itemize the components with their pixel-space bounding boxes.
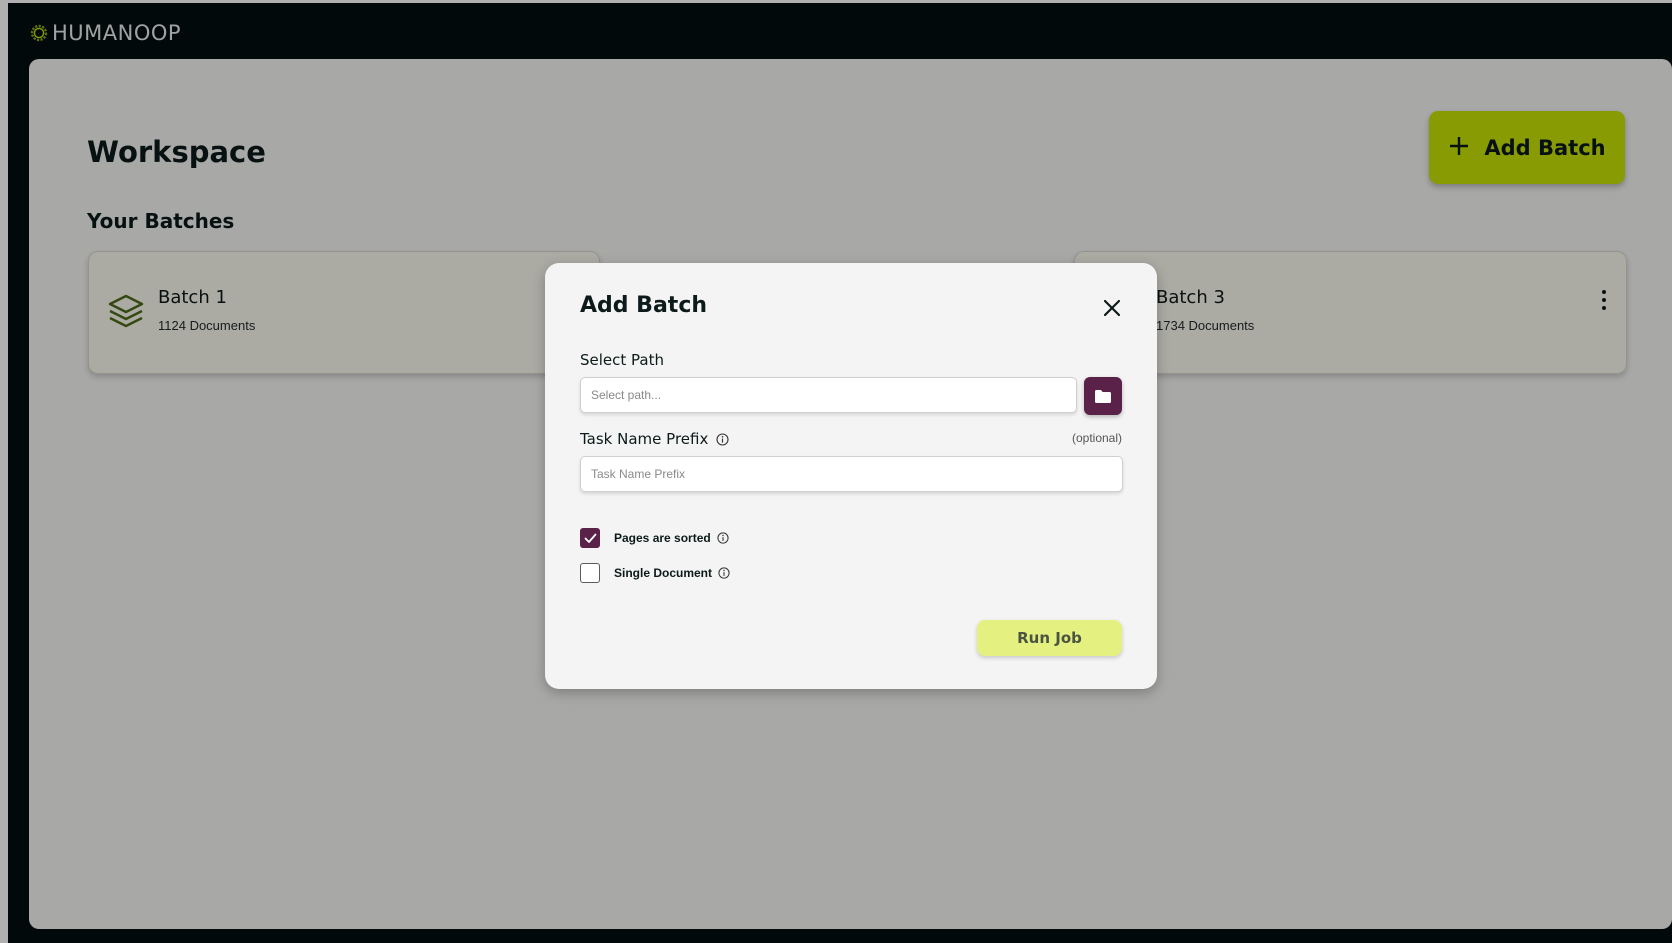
task-prefix-input[interactable]: Task Name Prefix bbox=[580, 456, 1123, 492]
info-icon[interactable] bbox=[717, 532, 729, 544]
task-prefix-placeholder: Task Name Prefix bbox=[591, 467, 686, 481]
dialog-title: Add Batch bbox=[580, 293, 708, 318]
task-prefix-label: Task Name Prefix bbox=[580, 430, 729, 448]
close-icon[interactable] bbox=[1101, 297, 1123, 319]
info-icon[interactable] bbox=[718, 567, 730, 579]
run-job-button[interactable]: Run Job bbox=[977, 620, 1122, 656]
pages-sorted-label: Pages are sorted bbox=[614, 531, 711, 545]
task-prefix-label-text: Task Name Prefix bbox=[580, 430, 709, 448]
option-single-document[interactable]: Single Document bbox=[580, 563, 730, 583]
select-path-input[interactable]: Select path... bbox=[580, 377, 1077, 413]
folder-icon bbox=[1095, 389, 1111, 403]
add-batch-dialog: Add Batch Select Path Select path... Tas… bbox=[545, 263, 1157, 689]
checkmark-icon bbox=[584, 533, 596, 543]
select-path-label-text: Select Path bbox=[580, 351, 664, 369]
optional-hint: (optional) bbox=[1071, 431, 1122, 445]
single-document-label: Single Document bbox=[614, 566, 713, 580]
browse-folder-button[interactable] bbox=[1084, 377, 1122, 415]
pages-sorted-checkbox[interactable] bbox=[580, 528, 600, 548]
single-document-checkbox[interactable] bbox=[580, 563, 600, 583]
option-pages-sorted[interactable]: Pages are sorted bbox=[580, 528, 729, 548]
select-path-placeholder: Select path... bbox=[591, 388, 662, 402]
select-path-label: Select Path bbox=[580, 351, 664, 369]
info-icon[interactable] bbox=[716, 432, 729, 446]
